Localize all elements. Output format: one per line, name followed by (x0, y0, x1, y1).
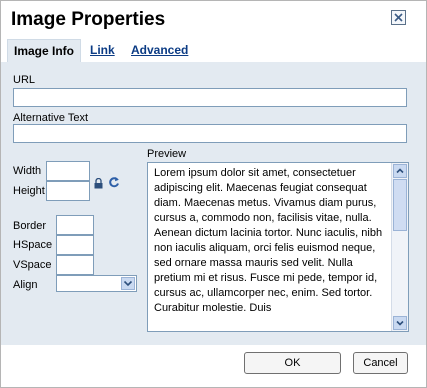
alt-text-input[interactable] (13, 124, 407, 143)
url-input[interactable] (13, 88, 407, 107)
preview-box: Lorem ipsum dolor sit amet, consectetuer… (147, 162, 409, 332)
height-label: Height (13, 185, 45, 197)
preview-label: Preview (147, 148, 187, 160)
cancel-button[interactable]: Cancel (353, 352, 408, 374)
close-icon[interactable] (391, 10, 406, 25)
scroll-up-icon[interactable] (393, 164, 407, 178)
align-label: Align (13, 279, 38, 291)
align-select[interactable] (56, 275, 137, 292)
vspace-label: VSpace (13, 259, 52, 271)
scroll-thumb[interactable] (393, 179, 407, 231)
width-label: Width (13, 165, 42, 177)
reset-size-icon[interactable] (108, 175, 120, 193)
chevron-down-icon[interactable] (121, 277, 135, 290)
alt-text-label: Alternative Text (13, 112, 89, 124)
tab-image-info[interactable]: Image Info (7, 39, 81, 62)
vspace-input[interactable] (56, 255, 94, 275)
dialog-title: Image Properties (11, 9, 166, 30)
tab-bar: Image Info Link Advanced (1, 39, 426, 62)
url-label: URL (13, 74, 36, 86)
height-input[interactable] (46, 181, 90, 201)
lock-icon[interactable] (94, 176, 103, 194)
border-input[interactable] (56, 215, 94, 235)
image-properties-dialog: Image Properties Image Info Link Advance… (0, 0, 427, 388)
hspace-label: HSpace (13, 239, 53, 251)
preview-scrollbar[interactable] (391, 163, 408, 331)
hspace-input[interactable] (56, 235, 94, 255)
dialog-titlebar: Image Properties (1, 1, 426, 37)
preview-text: Lorem ipsum dolor sit amet, consectetuer… (154, 167, 383, 314)
width-input[interactable] (46, 161, 90, 181)
ok-button[interactable]: OK (244, 352, 341, 374)
border-label: Border (13, 220, 47, 232)
scroll-down-icon[interactable] (393, 316, 407, 330)
tab-advanced[interactable]: Advanced (131, 39, 188, 61)
tab-link[interactable]: Link (90, 39, 115, 61)
